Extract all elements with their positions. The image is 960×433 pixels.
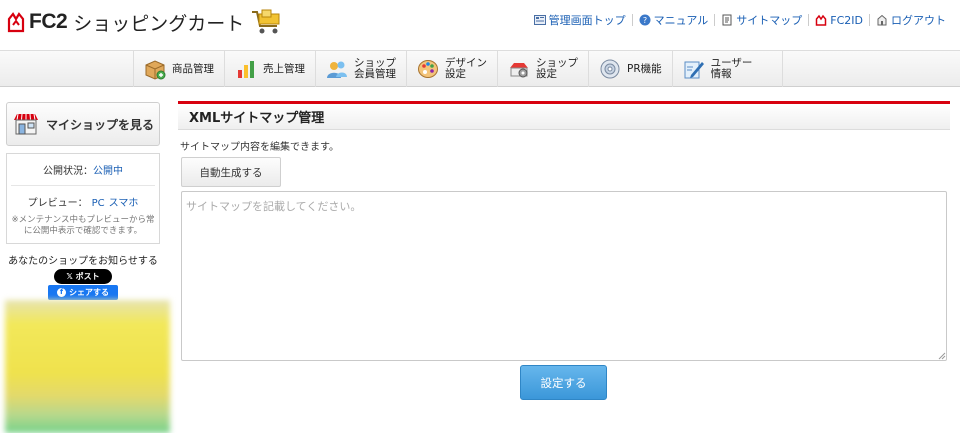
nav-label-line2: 会員管理 — [354, 68, 396, 80]
link-label: FC2ID — [830, 13, 863, 27]
view-my-shop-button[interactable]: マイショップを見る — [6, 102, 160, 146]
page-title: XMLサイトマップ管理 — [189, 111, 325, 126]
nav-item-sales[interactable]: 売上管理 — [224, 51, 315, 87]
logout-icon — [877, 14, 887, 26]
link-logout[interactable]: ログアウト — [869, 14, 952, 27]
preview-links: プレビュー： PC スマホ — [11, 186, 155, 209]
publish-status: 公開状況：公開中 — [11, 160, 155, 186]
nav-label-line2: 情報 — [710, 68, 732, 80]
link-label: サイトマップ — [736, 14, 803, 27]
resize-grip-icon[interactable] — [938, 352, 946, 360]
preview-pc-link[interactable]: PC — [92, 198, 105, 209]
nav-label-line2: 設定 — [445, 68, 466, 80]
main-panel: XMLサイトマップ管理 サイトマップ内容を編集できます。 自動生成する 設定する — [178, 101, 950, 400]
link-sitemap[interactable]: サイトマップ — [714, 14, 808, 27]
fc2-mark-icon — [7, 12, 25, 33]
nav-label: ユーザー 情報 — [711, 58, 753, 80]
nav-label: PR機能 — [627, 62, 662, 75]
logo-brand: FC2 — [29, 10, 68, 33]
facebook-share-button[interactable]: f シェアする — [48, 285, 118, 300]
shop-settings-icon — [510, 63, 528, 78]
link-label: ログアウト — [891, 14, 946, 27]
nav-item-products[interactable]: 商品管理 — [133, 51, 224, 87]
fc2-icon — [816, 14, 827, 26]
sitemap-textarea[interactable] — [181, 191, 947, 361]
shop-status-box: 公開状況：公開中 プレビュー： PC スマホ ※メンテナンス中もプレビューから常に公… — [6, 153, 160, 244]
panel-header: XMLサイトマップ管理 — [178, 101, 950, 130]
preview-label: プレビュー： — [27, 198, 88, 209]
publish-status-label: 公開状況： — [43, 166, 93, 177]
nav-label: ショップ 会員管理 — [354, 58, 396, 80]
nav-item-pr[interactable]: PR機能 — [588, 51, 672, 87]
main-nav: 商品管理 売上管理 ショップ 会員管理 デザイン 設定 ショップ 設定 PR機能 ユー… — [0, 50, 960, 87]
view-my-shop-label: マイショップを見る — [46, 117, 155, 132]
maintenance-note: ※メンテナンス中もプレビューから常に公開中表示で確認できます。 — [11, 215, 155, 236]
x-post-button[interactable]: 𝕏 ポスト — [54, 269, 112, 284]
preview-smartphone-link[interactable]: スマホ — [109, 198, 139, 209]
sitemap-icon — [722, 14, 732, 26]
page-description: サイトマップ内容を編集できます。 — [180, 142, 339, 153]
nav-item-shop-settings[interactable]: ショップ 設定 — [497, 51, 588, 87]
bar-chart-icon — [238, 61, 254, 78]
nav-label: 商品管理 — [172, 62, 214, 75]
facebook-icon: f — [57, 288, 66, 297]
save-settings-button[interactable]: 設定する — [520, 365, 607, 400]
header: FC2 ショッピングカート 管理画面トップ ? マニュアル サイトマップ FC2… — [0, 0, 960, 50]
cd-icon — [600, 59, 620, 79]
dashboard-icon — [533, 15, 546, 25]
nav-item-members[interactable]: ショップ 会員管理 — [315, 51, 406, 87]
auto-generate-button[interactable]: 自動生成する — [181, 157, 281, 187]
nav-label-line2: 設定 — [536, 68, 557, 80]
top-links: 管理画面トップ ? マニュアル サイトマップ FC2ID ログアウト — [528, 13, 952, 27]
fc2-logo[interactable]: FC2 ショッピングカート — [6, 6, 284, 38]
logo-title: ショッピングカート — [73, 12, 245, 35]
sidebar: マイショップを見る 公開状況：公開中 プレビュー： PC スマホ ※メンテナンス中も… — [6, 102, 160, 300]
link-fc2id[interactable]: FC2ID — [808, 13, 869, 27]
link-admin-top[interactable]: 管理画面トップ — [528, 14, 632, 27]
cart-icon — [252, 9, 280, 34]
palette-icon — [418, 60, 438, 78]
nav-item-user-info[interactable]: ユーザー 情報 — [671, 51, 784, 87]
nav-label: ショップ 設定 — [536, 58, 578, 80]
share-title: あなたのショップをお知らせする — [8, 256, 158, 267]
ad-banner[interactable] — [5, 300, 170, 433]
nav-item-design[interactable]: デザイン 設定 — [406, 51, 497, 87]
publish-status-value[interactable]: 公開中 — [93, 166, 123, 177]
link-manual[interactable]: ? マニュアル — [631, 14, 715, 27]
help-icon: ? — [639, 14, 651, 26]
box-icon — [145, 60, 166, 80]
svg-text:?: ? — [642, 16, 646, 25]
storefront-icon — [14, 113, 38, 135]
members-icon — [327, 61, 347, 78]
nav-label: デザイン 設定 — [445, 58, 487, 80]
facebook-share-label: シェアする — [69, 288, 109, 297]
pen-icon — [684, 61, 704, 79]
link-label: 管理画面トップ — [548, 14, 626, 27]
nav-label: 売上管理 — [263, 62, 305, 75]
link-label: マニュアル — [653, 14, 709, 27]
